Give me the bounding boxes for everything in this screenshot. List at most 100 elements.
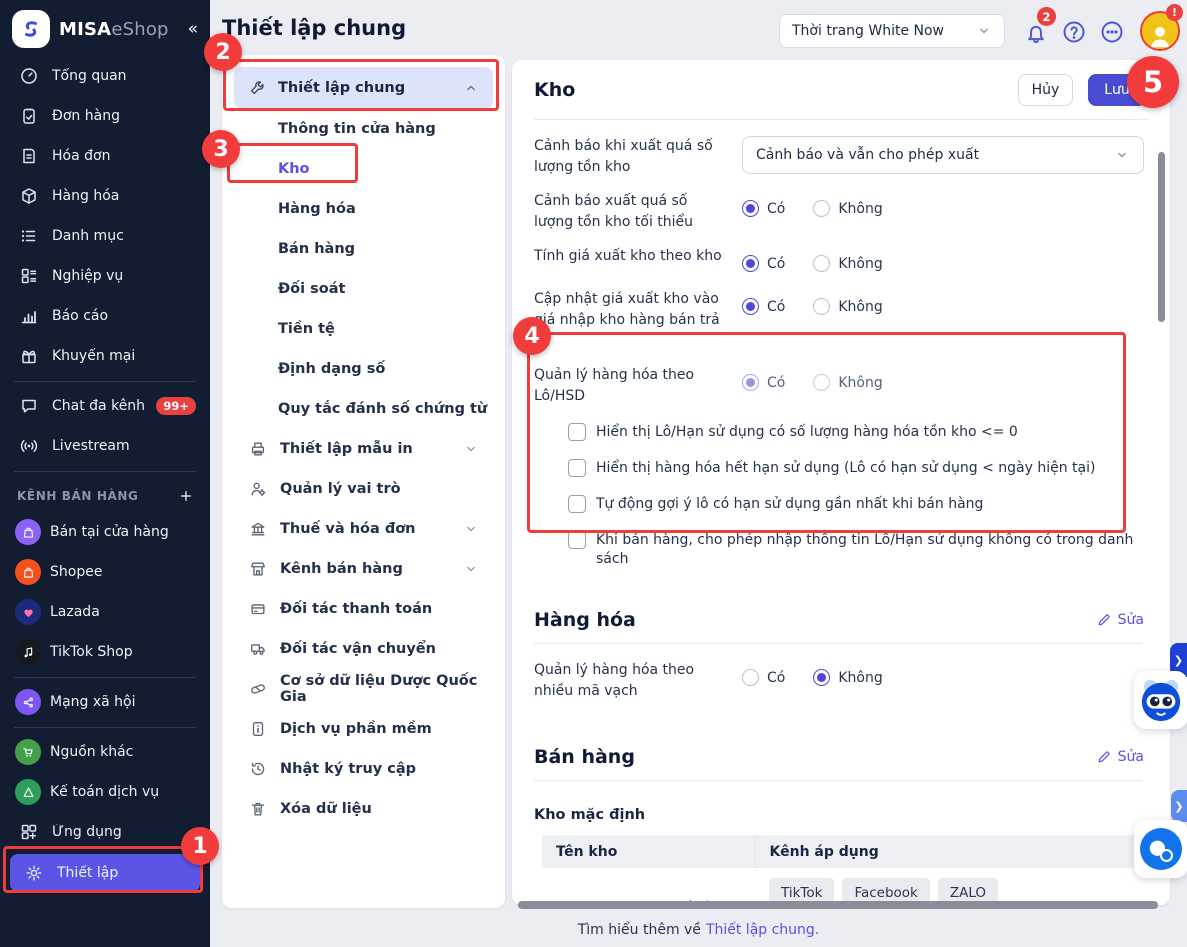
menu-item-thiet-lap-chung[interactable]: Thiết lập chung: [234, 67, 493, 109]
radio-selected[interactable]: [742, 200, 759, 217]
sidebar-item-lazada[interactable]: Lazada: [0, 592, 210, 632]
sidebar-item-ke-toan-dich-vu[interactable]: Kế toán dịch vụ: [0, 772, 210, 812]
cancel-button[interactable]: Hủy: [1017, 74, 1073, 106]
more-options-icon[interactable]: [1099, 19, 1125, 45]
menu-item-quan-ly-vai-tro[interactable]: Quản lý vai trò: [234, 469, 493, 509]
checkbox-label: Hiển thị Lô/Hạn sử dụng có số lượng hàng…: [596, 424, 1018, 440]
radio-unselected[interactable]: [813, 200, 831, 217]
sidebar-item-label: Mạng xã hội: [50, 694, 136, 710]
menu-sub-item-doi-soat[interactable]: Đối soát: [234, 269, 493, 309]
radio-option-co[interactable]: Có: [742, 200, 785, 217]
menu-item-co-so-du-lieu-duoc-quoc-gia[interactable]: Cơ sở dữ liệu Dược Quốc Gia: [234, 669, 493, 709]
menu-sub-item-tien-te[interactable]: Tiền tệ: [234, 309, 493, 349]
ban-hang-edit-link[interactable]: Sửa: [1096, 749, 1144, 765]
add-channel-button[interactable]: [178, 488, 194, 504]
misa-logo-icon: [12, 10, 50, 48]
radio-unselected[interactable]: [813, 255, 831, 272]
sidebar-item-shopee[interactable]: Shopee: [0, 552, 210, 592]
sidebar-item-label: Nguồn khác: [50, 744, 134, 760]
horizontal-scrollbar[interactable]: [518, 901, 1158, 909]
sidebar-item-bao-cao[interactable]: Báo cáo: [0, 296, 210, 336]
menu-item-label: Kênh bán hàng: [280, 561, 403, 577]
kho-body: Cảnh báo khi xuất quá số lượng tồn kho Cả…: [512, 120, 1170, 905]
lot-checkbox-row[interactable]: Tự động gợi ý lô có hạn sử dụng gần nhất…: [568, 495, 1144, 514]
menu-item-nhat-ky-truy-cap[interactable]: Nhật ký truy cập: [234, 749, 493, 789]
sidebar-item-ban-tai-cua-hang[interactable]: Bán tại cửa hàng: [0, 512, 210, 552]
radio-option-khong[interactable]: Không: [813, 669, 883, 686]
menu-sub-item-ban-hang[interactable]: Bán hàng: [234, 229, 493, 269]
footer-settings-link[interactable]: Thiết lập chung.: [706, 922, 819, 938]
radio-selected[interactable]: [742, 255, 759, 272]
checkbox-unchecked[interactable]: [568, 495, 586, 513]
apps-icon: [17, 822, 41, 842]
sidebar-item-nguon-khac[interactable]: Nguồn khác: [0, 732, 210, 772]
radio-unselected[interactable]: [742, 669, 759, 686]
checkbox-unchecked[interactable]: [568, 459, 586, 477]
radio-label: Không: [838, 374, 883, 391]
radio-selected[interactable]: [742, 298, 759, 315]
panda-assistant-widget[interactable]: [1134, 671, 1187, 729]
sidebar-item-don-hang[interactable]: Đơn hàng: [0, 96, 210, 136]
sidebar-item-chat-da-kenh[interactable]: Chat đa kênh 99+: [0, 386, 210, 426]
menu-item-thiet-lap-mau-in[interactable]: Thiết lập mẫu in: [234, 429, 493, 469]
radio-group: Có Không: [742, 255, 911, 276]
menu-item-thue-va-hoa-don[interactable]: Thuế và hóa đơn: [234, 509, 493, 549]
support-chat-widget[interactable]: [1134, 820, 1187, 878]
sidebar-collapse-icon[interactable]: «: [188, 19, 198, 39]
sidebar-item-nghiep-vu[interactable]: Nghiệp vụ: [0, 256, 210, 296]
menu-sub-item-kho[interactable]: Kho: [234, 149, 493, 189]
sidebar-item-livestream[interactable]: Livestream: [0, 426, 210, 466]
radio-option-co[interactable]: Có: [742, 298, 785, 315]
sidebar-section-sales-channels: KÊNH BÁN HÀNG: [0, 476, 210, 512]
menu-sub-item-hang-hoa[interactable]: Hàng hóa: [234, 189, 493, 229]
lot-checkbox-row[interactable]: Hiển thị Lô/Hạn sử dụng có số lượng hàng…: [568, 423, 1144, 442]
lot-checkbox-row[interactable]: Hiển thị hàng hóa hết hạn sử dụng (Lô có…: [568, 459, 1144, 478]
radio-option-khong[interactable]: Không: [813, 255, 883, 272]
hang-hoa-edit-link[interactable]: Sửa: [1096, 612, 1144, 628]
menu-sub-item-thong-tin-cua-hang[interactable]: Thông tin cửa hàng: [234, 109, 493, 149]
sidebar-item-danh-muc[interactable]: Danh mục: [0, 216, 210, 256]
vertical-scrollbar[interactable]: [1158, 152, 1165, 322]
sidebar-item-hang-hoa[interactable]: Hàng hóa: [0, 176, 210, 216]
menu-item-kenh-ban-hang[interactable]: Kênh bán hàng: [234, 549, 493, 589]
save-button[interactable]: Lưu: [1088, 74, 1146, 106]
sidebar-item-tiktok-shop[interactable]: TikTok Shop: [0, 632, 210, 672]
sidebar-item-mang-xa-hoi[interactable]: Mạng xã hội: [0, 682, 210, 722]
sidebar-item-khuyen-mai[interactable]: Khuyến mại: [0, 336, 210, 376]
radio-option-khong[interactable]: Không: [813, 298, 883, 315]
warehouse-name-cell: Kho Ngoại Giao Đoàn`: [542, 868, 755, 905]
brand-name: MISAeShop: [59, 18, 169, 40]
divider: [534, 780, 1142, 781]
radio-selected[interactable]: [813, 669, 831, 686]
help-icon[interactable]: [1061, 19, 1087, 45]
table-row: Kho Ngoại Giao Đoàn`TikTokFacebookZALOBá…: [542, 868, 1137, 905]
ke-toan-dich-vu-channel-icon: [15, 779, 41, 805]
select-canh-bao-khi-xuat-qua-so-luong[interactable]: Cảnh báo và vẫn cho phép xuất: [742, 136, 1144, 174]
chat-expand-tab[interactable]: ❯: [1171, 790, 1187, 822]
checkbox-unchecked[interactable]: [568, 423, 586, 441]
menu-item-doi-tac-van-chuyen[interactable]: Đối tác vận chuyển: [234, 629, 493, 669]
radio-option-co[interactable]: Có: [742, 255, 785, 272]
sidebar-item-ung-dung[interactable]: Ứng dụng: [0, 812, 210, 852]
lot-checkbox-row[interactable]: Khi bán hàng, cho phép nhập thông tin Lô…: [568, 531, 1144, 569]
radio-unselected[interactable]: [813, 298, 831, 315]
menu-sub-item-quy-tac-danh-so-chung-tu[interactable]: Quy tắc đánh số chứng từ: [234, 389, 493, 429]
gear-icon: [22, 863, 46, 883]
checkbox-unchecked[interactable]: [568, 531, 586, 549]
chevron-down-icon: [1114, 147, 1130, 163]
sidebar-item-thiet-lap[interactable]: Thiết lập: [10, 854, 200, 892]
radio-option-khong[interactable]: Không: [813, 200, 883, 217]
sidebar-item-hoa-don[interactable]: Hóa đơn: [0, 136, 210, 176]
form-row-label: Cảnh báo khi xuất quá số lượng tồn kho: [534, 138, 713, 175]
radio-option-co[interactable]: Có: [742, 374, 785, 391]
radio-option-khong[interactable]: Không: [813, 374, 883, 391]
radio-unselected[interactable]: [813, 374, 831, 391]
menu-item-xoa-du-lieu[interactable]: Xóa dữ liệu: [234, 789, 493, 829]
store-selector[interactable]: Thời trang White Now: [779, 14, 1005, 48]
radio-selected[interactable]: [742, 374, 759, 391]
radio-option-co[interactable]: Có: [742, 669, 785, 686]
menu-sub-item-dinh-dang-so[interactable]: Định dạng số: [234, 349, 493, 389]
menu-item-doi-tac-thanh-toan[interactable]: Đối tác thanh toán: [234, 589, 493, 629]
sidebar-item-tong-quan[interactable]: Tổng quan: [0, 56, 210, 96]
menu-item-dich-vu-phan-mem[interactable]: Dịch vụ phần mềm: [234, 709, 493, 749]
